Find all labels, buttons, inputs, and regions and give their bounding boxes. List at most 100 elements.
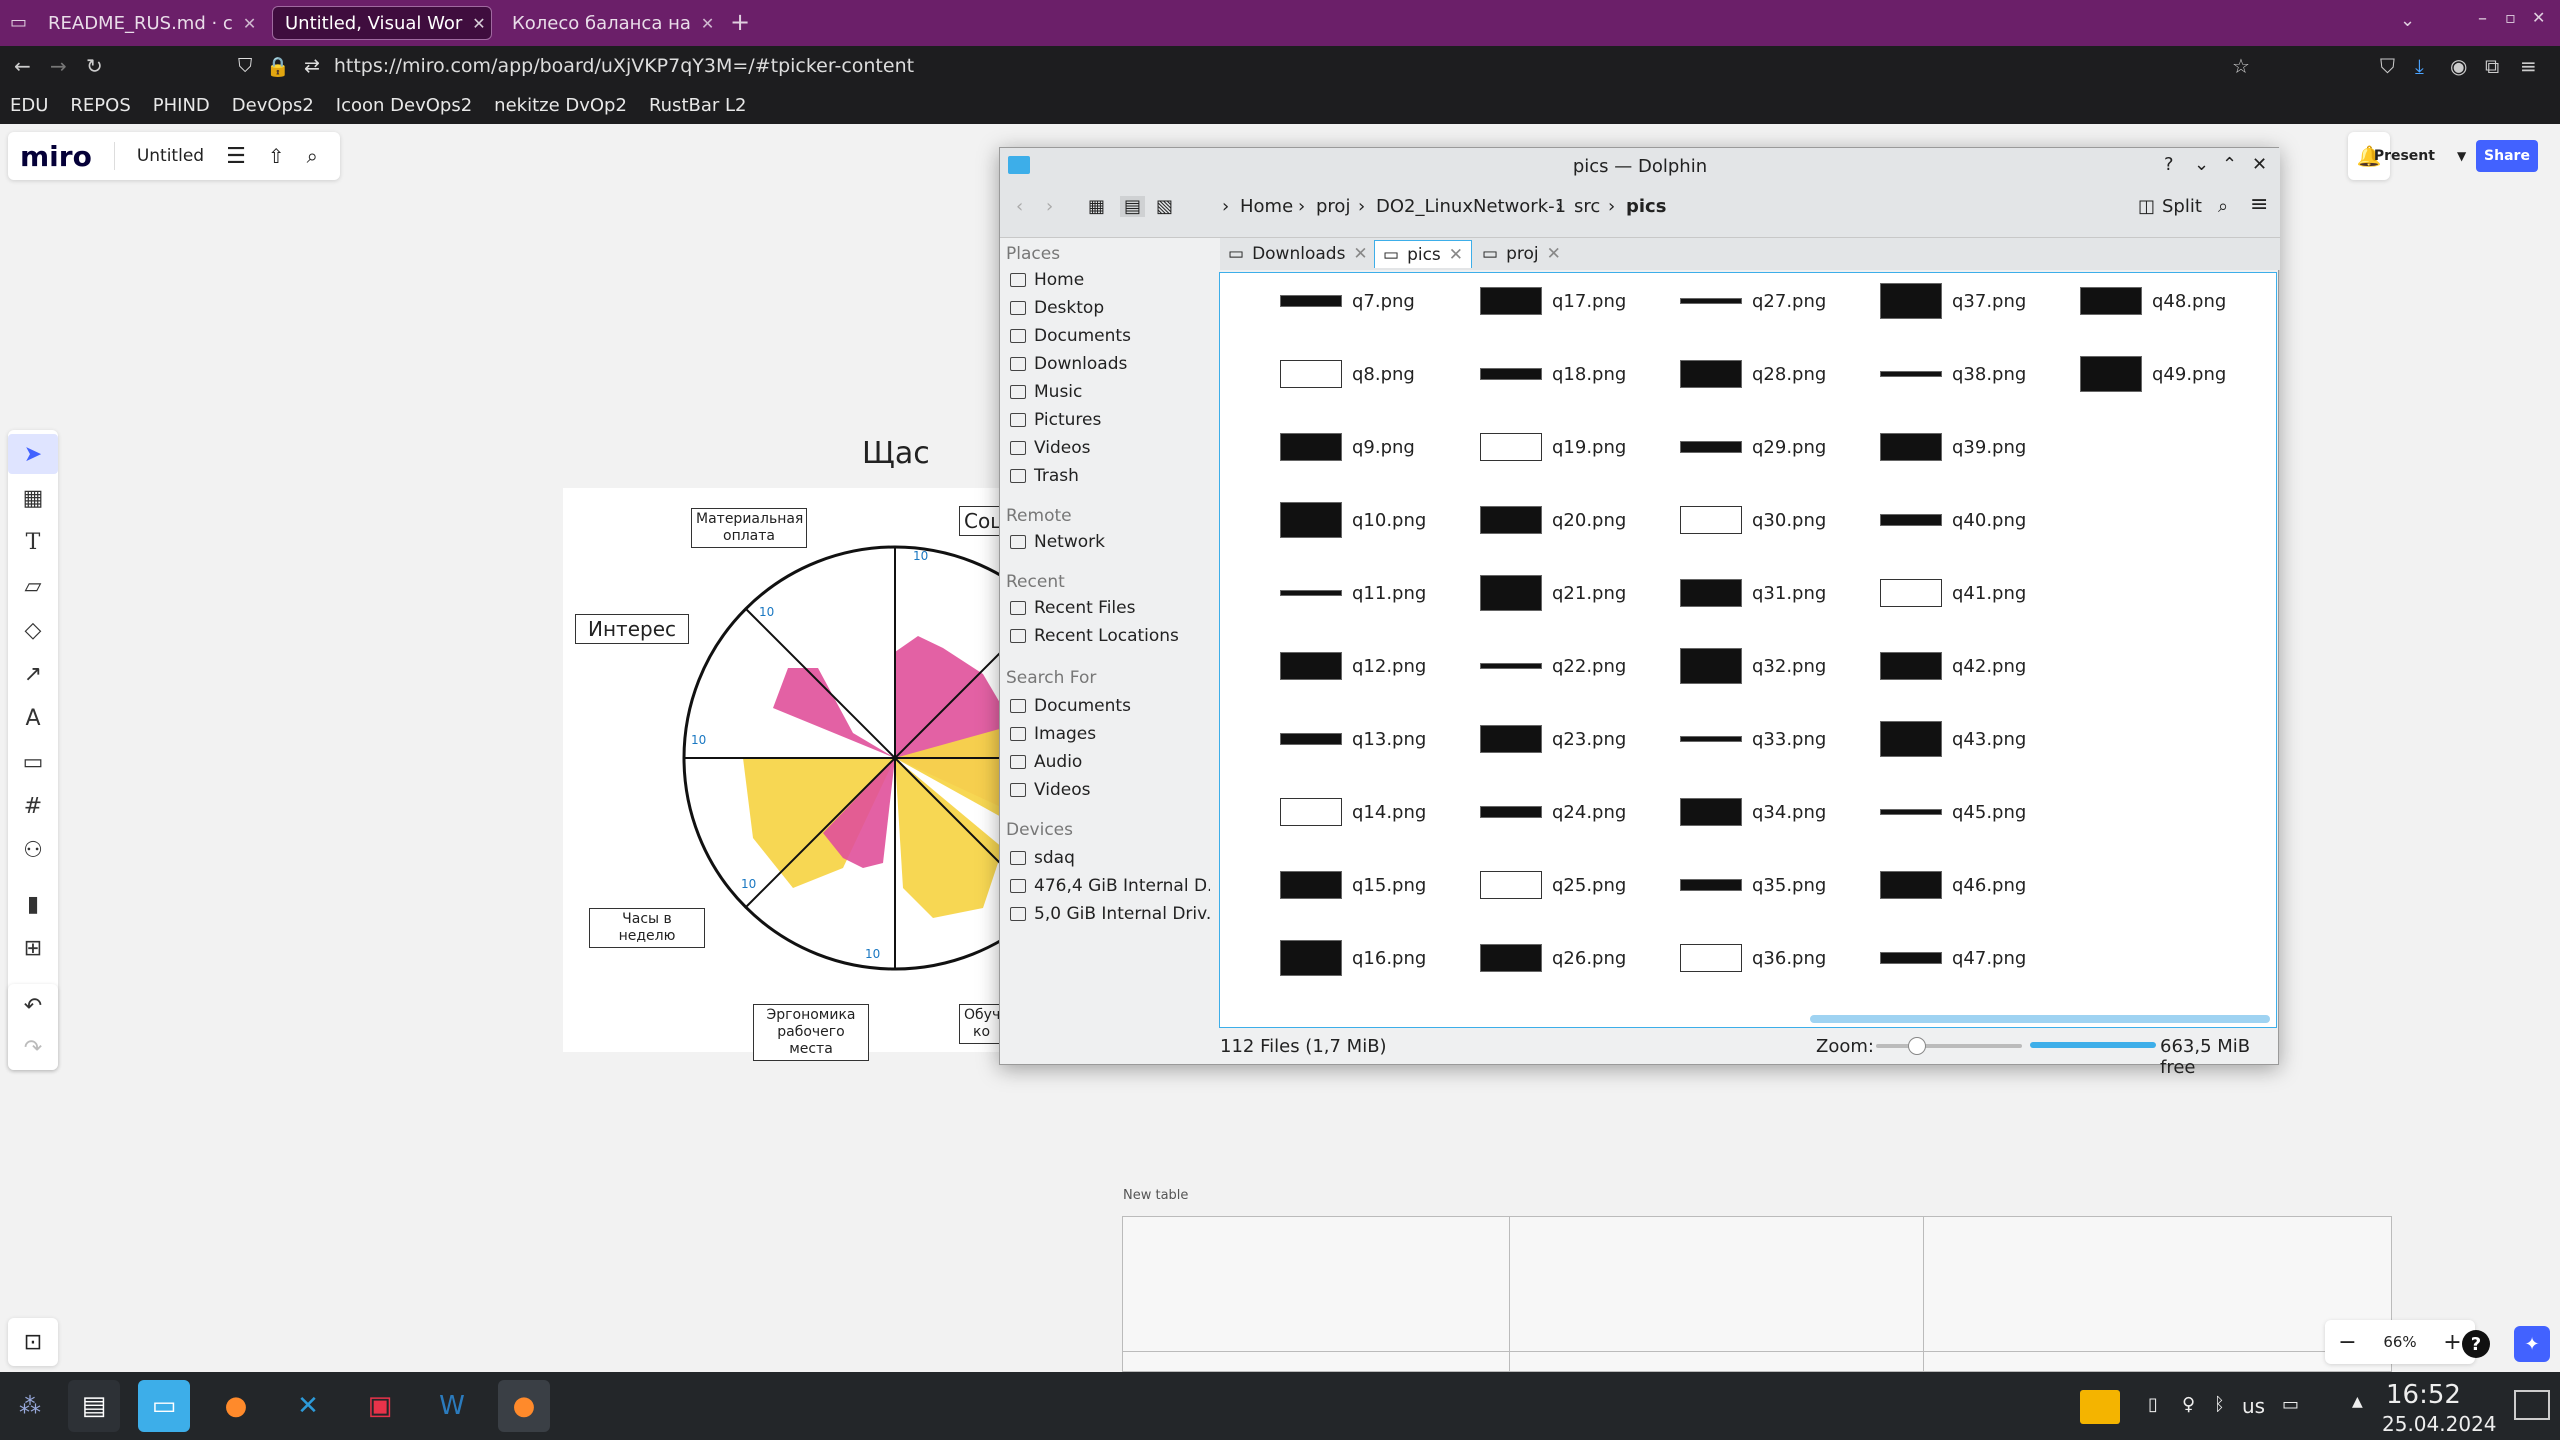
star-icon[interactable]: ☆	[2232, 54, 2250, 78]
file-item[interactable]: q14.png	[1280, 790, 1475, 834]
file-item[interactable]: q34.png	[1680, 790, 1875, 834]
firefox-active-app-icon[interactable]: ●	[498, 1380, 550, 1432]
place-documents[interactable]: Documents	[1010, 326, 1210, 346]
help-button[interactable]: ?	[2462, 1330, 2490, 1358]
file-item[interactable]: q46.png	[1880, 863, 2075, 907]
bookmark-devops2[interactable]: DevOps2	[232, 95, 314, 116]
back-icon[interactable]: ←	[14, 54, 31, 78]
notes-tray-icon[interactable]	[2080, 1390, 2120, 1424]
file-item[interactable]: q8.png	[1280, 352, 1475, 396]
file-item[interactable]: q32.png	[1680, 644, 1875, 688]
hamburger-menu-icon[interactable]: ≡	[2250, 192, 2268, 217]
show-desktop-icon[interactable]	[2514, 1390, 2550, 1420]
label-ergonomics[interactable]: Эргономика рабочего места	[753, 1004, 869, 1061]
file-item[interactable]: q35.png	[1680, 863, 1875, 907]
upload-icon[interactable]: ⇧	[268, 144, 285, 168]
present-button[interactable]: Present ▼	[2352, 136, 2466, 176]
miro-logo[interactable]: miro	[20, 140, 92, 173]
writer-app-icon[interactable]: W	[426, 1380, 478, 1432]
pen-icon[interactable]: A	[8, 698, 58, 738]
file-item[interactable]: q19.png	[1480, 425, 1675, 469]
file-item[interactable]: q43.png	[1880, 717, 2075, 761]
app-launcher-icon[interactable]: ⁂	[4, 1380, 56, 1432]
file-item[interactable]: q20.png	[1480, 498, 1675, 542]
file-item[interactable]: q15.png	[1280, 863, 1475, 907]
compact-view-icon[interactable]: ▤	[1120, 196, 1146, 217]
clock-date[interactable]: 25.04.2024	[2382, 1412, 2497, 1436]
breadcrumb-src[interactable]: src	[1574, 196, 1600, 217]
connector-icon[interactable]: ↗	[8, 654, 58, 694]
help-icon[interactable]: ?	[2164, 154, 2174, 175]
terminal-app-icon[interactable]: ▤	[68, 1380, 120, 1432]
templates-icon[interactable]: ▦	[8, 478, 58, 518]
place-downloads[interactable]: Downloads	[1010, 354, 1210, 374]
select-tool-icon[interactable]: ➤	[8, 434, 58, 474]
place-videos[interactable]: Videos	[1010, 438, 1210, 458]
redo-icon[interactable]: ↷	[8, 1028, 58, 1068]
close-icon[interactable]: ✕	[1547, 244, 1561, 264]
place-home[interactable]: Home	[1010, 270, 1210, 290]
close-window-icon[interactable]: ✕	[2532, 8, 2545, 27]
file-item[interactable]: q13.png	[1280, 717, 1475, 761]
board-table[interactable]	[1122, 1216, 2393, 1373]
text-tool-icon[interactable]: T	[8, 522, 58, 562]
display-icon[interactable]: ▭	[2282, 1394, 2299, 1415]
add-icon[interactable]: ⊞	[8, 928, 58, 968]
wheel-title[interactable]: Щас	[862, 436, 930, 471]
chevron-down-icon[interactable]: ⌄	[2400, 10, 2415, 31]
place-music[interactable]: Music	[1010, 382, 1210, 402]
chevron-up-icon[interactable]: ▲	[2352, 1394, 2363, 1410]
maximize-icon[interactable]: ▫	[2505, 8, 2516, 27]
bookmark-rustbar[interactable]: RustBar L2	[649, 95, 747, 116]
place-pictures[interactable]: Pictures	[1010, 410, 1210, 430]
zoom-slider[interactable]	[1876, 1037, 2022, 1055]
breadcrumb-proj[interactable]: proj	[1316, 196, 1350, 217]
tab-list-icon[interactable]: ▭	[10, 12, 27, 33]
menu-icon[interactable]: ≡	[2520, 54, 2537, 78]
extensions-icon[interactable]: ⧉	[2485, 54, 2499, 78]
bookmark-phind[interactable]: PHIND	[153, 95, 210, 116]
device-internal-2[interactable]: 5,0 GiB Internal Driv...	[1010, 904, 1210, 924]
file-item[interactable]: q18.png	[1480, 352, 1675, 396]
chart-icon[interactable]: ▮	[8, 884, 58, 924]
clipboard-icon[interactable]: ▯	[2148, 1394, 2158, 1415]
file-item[interactable]: q11.png	[1280, 571, 1475, 615]
back-icon[interactable]: ‹	[1016, 196, 1023, 217]
device-sdaq[interactable]: sdaq	[1010, 848, 1210, 868]
place-recent-locations[interactable]: Recent Locations	[1010, 626, 1210, 646]
browser-tab-wheel[interactable]: Колесо баланса на ✕	[500, 6, 716, 40]
file-item[interactable]: q27.png	[1680, 279, 1875, 323]
file-item[interactable]: q24.png	[1480, 790, 1675, 834]
minimize-icon[interactable]: ⌄	[2194, 154, 2209, 175]
file-item[interactable]: q36.png	[1680, 936, 1875, 980]
file-item[interactable]: q31.png	[1680, 571, 1875, 615]
search-videos[interactable]: Videos	[1010, 780, 1210, 800]
bookmark-repos[interactable]: REPOS	[70, 95, 130, 116]
device-internal-1[interactable]: 476,4 GiB Internal D...	[1010, 876, 1210, 896]
close-icon[interactable]: ✕	[243, 14, 256, 33]
apps-icon[interactable]: ⚇	[8, 830, 58, 870]
file-item[interactable]: q47.png	[1880, 936, 2075, 980]
bookmark-edu[interactable]: EDU	[10, 95, 48, 116]
tab-downloads[interactable]: ▭ Downloads ✕	[1220, 240, 1376, 268]
file-item[interactable]: q23.png	[1480, 717, 1675, 761]
icons-view-icon[interactable]: ▦	[1088, 196, 1105, 217]
place-trash[interactable]: Trash	[1010, 466, 1210, 486]
menu-icon[interactable]: ☰	[226, 144, 246, 169]
breadcrumb-pics[interactable]: pics	[1626, 196, 1666, 217]
chat-app-icon[interactable]: ▣	[354, 1380, 406, 1432]
url-text[interactable]: https://miro.com/app/board/uXjVKP7qY3M=/…	[334, 55, 914, 77]
new-tab-button[interactable]: +	[730, 8, 750, 36]
shapes-icon[interactable]: ◇	[8, 610, 58, 650]
file-item[interactable]: q28.png	[1680, 352, 1875, 396]
split-icon[interactable]: ◫	[2138, 196, 2155, 217]
file-item[interactable]: q45.png	[1880, 790, 2075, 834]
download-icon[interactable]: ⤓	[2415, 54, 2424, 78]
minimize-icon[interactable]: –	[2478, 8, 2487, 29]
close-icon[interactable]: ✕	[1353, 244, 1367, 264]
reload-icon[interactable]: ↻	[86, 54, 103, 78]
keyboard-layout[interactable]: us	[2242, 1394, 2265, 1418]
zoom-out-button[interactable]: −	[2338, 1330, 2356, 1355]
search-documents[interactable]: Documents	[1010, 696, 1210, 716]
search-audio[interactable]: Audio	[1010, 752, 1210, 772]
